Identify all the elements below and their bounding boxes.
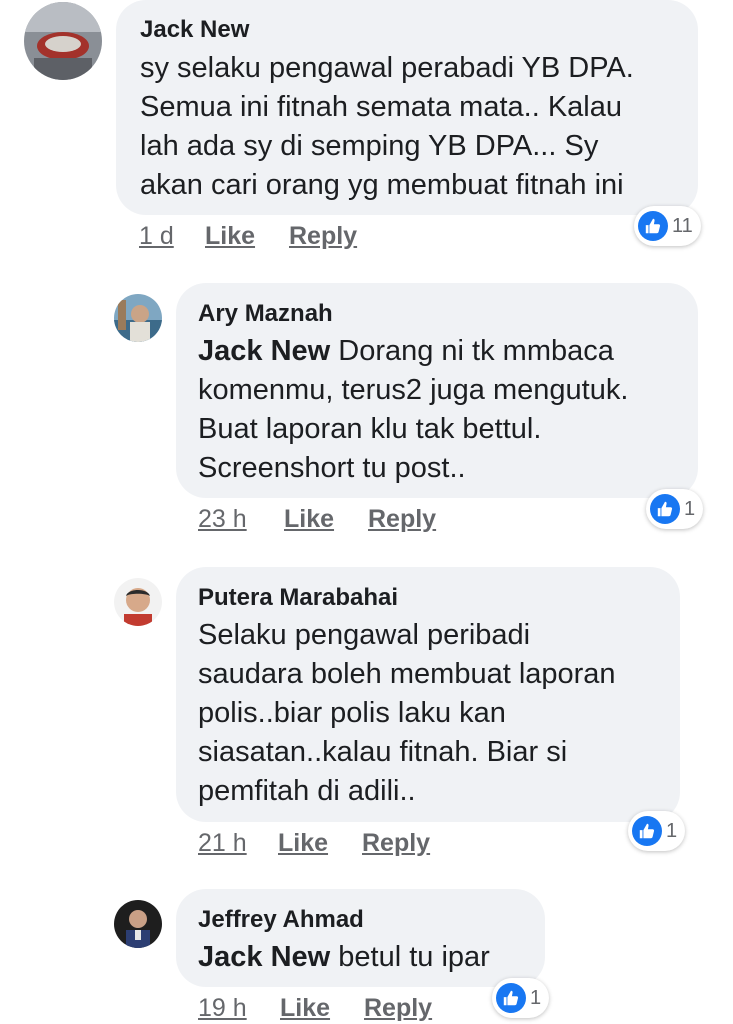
reply-button[interactable]: Reply xyxy=(362,829,430,858)
timestamp[interactable]: 19 h xyxy=(198,994,247,1023)
comment-text: Jack New betul tu ipar xyxy=(198,938,490,977)
reply-button[interactable]: Reply xyxy=(289,222,357,251)
reply-button[interactable]: Reply xyxy=(368,505,436,534)
like-icon xyxy=(632,816,662,846)
comment-line: Jack New Dorang ni tk mmbaca xyxy=(198,332,628,371)
avatar[interactable] xyxy=(114,578,162,626)
mention-link[interactable]: Jack New xyxy=(198,941,330,973)
reaction-badge[interactable]: 1 xyxy=(492,978,550,1018)
reaction-badge[interactable]: 1 xyxy=(646,489,704,529)
comment-text: Selaku pengawal peribadi saudara boleh m… xyxy=(198,616,616,811)
comment-line: siasatan..kalau fitnah. Biar si xyxy=(198,736,568,768)
reply-button[interactable]: Reply xyxy=(364,994,432,1023)
comment-author[interactable]: Ary Maznah xyxy=(198,300,333,328)
comment-author[interactable]: Jeffrey Ahmad xyxy=(198,906,364,934)
comment-actions: 21 h Like Reply xyxy=(0,829,733,861)
comment-actions: 19 h Like Reply xyxy=(0,994,733,1024)
comment-actions: 1 d Like Reply xyxy=(0,222,733,254)
reaction-count: 1 xyxy=(684,497,696,520)
comment-line: polis..biar polis laku kan xyxy=(198,697,506,729)
like-button[interactable]: Like xyxy=(278,829,328,858)
comment-text: sy selaku pengawal perabadi YB DPA. Semu… xyxy=(140,49,634,205)
comment-actions: 23 h Like Reply xyxy=(0,505,733,537)
comment-line: komenmu, terus2 juga mengutuk. xyxy=(198,374,629,406)
comment-line: akan cari orang yg membuat fitnah ini xyxy=(140,169,624,201)
mention-link[interactable]: Jack New xyxy=(198,335,330,367)
comment-line-text: betul tu ipar xyxy=(330,941,490,973)
comment-line-text: Dorang ni tk mmbaca xyxy=(330,335,614,367)
like-button[interactable]: Like xyxy=(284,505,334,534)
comment-line: Buat laporan klu tak bettul. xyxy=(198,413,542,445)
comment-line: pemfitah di adili.. xyxy=(198,775,416,807)
avatar[interactable] xyxy=(114,294,162,342)
reaction-count: 1 xyxy=(666,819,678,842)
comment-line: Semua ini fitnah semata mata.. Kalau xyxy=(140,91,622,123)
avatar-image xyxy=(24,2,102,80)
comment-line: Screenshort tu post.. xyxy=(198,452,466,484)
comment-line: lah ada sy di semping YB DPA... Sy xyxy=(140,130,599,162)
reaction-badge[interactable]: 11 xyxy=(634,206,701,246)
comment-line: saudara boleh membuat laporan xyxy=(198,658,616,690)
comment-author[interactable]: Jack New xyxy=(140,16,249,44)
reaction-count: 1 xyxy=(530,986,542,1009)
comment-line: Selaku pengawal peribadi xyxy=(198,619,531,651)
comment-text: Jack New Dorang ni tk mmbaca komenmu, te… xyxy=(198,332,628,488)
like-icon xyxy=(638,211,668,241)
reaction-count: 11 xyxy=(672,214,693,237)
timestamp[interactable]: 21 h xyxy=(198,829,247,858)
like-button[interactable]: Like xyxy=(280,994,330,1023)
avatar-image xyxy=(114,900,162,948)
comment-author[interactable]: Putera Marabahai xyxy=(198,584,398,612)
avatar[interactable] xyxy=(114,900,162,948)
like-icon xyxy=(650,494,680,524)
timestamp[interactable]: 23 h xyxy=(198,505,247,534)
avatar-image xyxy=(114,294,162,342)
timestamp[interactable]: 1 d xyxy=(139,222,174,251)
like-icon xyxy=(496,983,526,1013)
reaction-badge[interactable]: 1 xyxy=(628,811,686,851)
comment-line: Jack New betul tu ipar xyxy=(198,938,490,977)
avatar[interactable] xyxy=(24,2,102,80)
like-button[interactable]: Like xyxy=(205,222,255,251)
avatar-image xyxy=(114,578,162,626)
comment-line: sy selaku pengawal perabadi YB DPA. xyxy=(140,52,634,84)
